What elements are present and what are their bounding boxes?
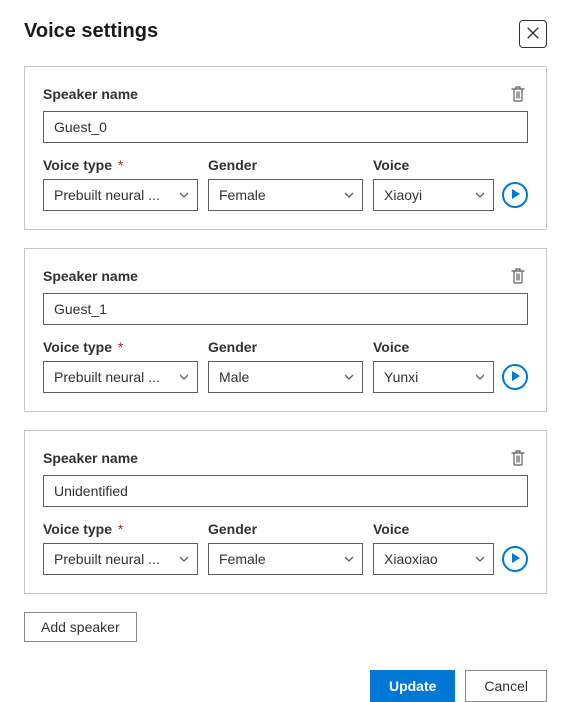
gender-select[interactable]: Female (208, 543, 363, 575)
speaker-name-label: Speaker name (43, 450, 138, 466)
delete-speaker-button[interactable] (508, 265, 528, 287)
trash-icon (510, 85, 526, 103)
delete-speaker-button[interactable] (508, 447, 528, 469)
speaker-name-input[interactable] (43, 293, 528, 325)
delete-speaker-button[interactable] (508, 83, 528, 105)
speaker-card: Speaker name Voice type * Prebuilt neura… (24, 66, 547, 230)
voice-label: Voice (373, 157, 409, 173)
voice-select[interactable]: Yunxi (373, 361, 494, 393)
speaker-card: Speaker name Voice type * Prebuilt neura… (24, 248, 547, 412)
page-title: Voice settings (24, 20, 158, 43)
play-voice-button[interactable] (502, 364, 528, 390)
required-marker: * (114, 157, 123, 173)
trash-icon (510, 449, 526, 467)
add-speaker-button[interactable]: Add speaker (24, 612, 137, 642)
cancel-button[interactable]: Cancel (465, 670, 547, 702)
voice-label: Voice (373, 339, 409, 355)
play-icon (509, 370, 521, 385)
speaker-name-input[interactable] (43, 475, 528, 507)
required-marker: * (114, 339, 123, 355)
gender-label: Gender (208, 521, 257, 537)
close-button[interactable] (519, 20, 547, 48)
close-icon (526, 26, 540, 43)
required-marker: * (114, 521, 123, 537)
trash-icon (510, 267, 526, 285)
gender-select[interactable]: Female (208, 179, 363, 211)
speaker-name-input[interactable] (43, 111, 528, 143)
voice-type-select[interactable]: Prebuilt neural ... (43, 361, 198, 393)
voice-type-select[interactable]: Prebuilt neural ... (43, 543, 198, 575)
play-icon (509, 188, 521, 203)
gender-label: Gender (208, 157, 257, 173)
gender-label: Gender (208, 339, 257, 355)
voice-type-label: Voice type (43, 157, 112, 173)
voice-type-select[interactable]: Prebuilt neural ... (43, 179, 198, 211)
voice-label: Voice (373, 521, 409, 537)
voice-select[interactable]: Xiaoxiao (373, 543, 494, 575)
play-voice-button[interactable] (502, 546, 528, 572)
voice-select[interactable]: Xiaoyi (373, 179, 494, 211)
voice-type-label: Voice type (43, 521, 112, 537)
play-icon (509, 552, 521, 567)
speaker-name-label: Speaker name (43, 268, 138, 284)
gender-select[interactable]: Male (208, 361, 363, 393)
update-button[interactable]: Update (370, 670, 455, 702)
voice-type-label: Voice type (43, 339, 112, 355)
play-voice-button[interactable] (502, 182, 528, 208)
speaker-card: Speaker name Voice type * Prebuilt neura… (24, 430, 547, 594)
speaker-name-label: Speaker name (43, 86, 138, 102)
